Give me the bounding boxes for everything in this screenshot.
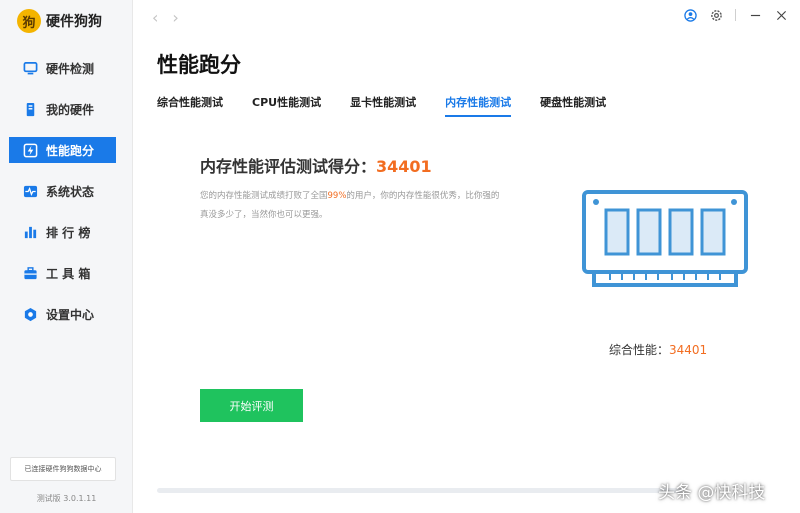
watermark: 头条 @快科技: [658, 483, 766, 503]
page-title: 性能跑分: [157, 53, 241, 77]
sidebar-item-label: 硬件检测: [46, 61, 95, 76]
score-label: 内存性能评估测试得分：: [200, 157, 377, 176]
app-brand: 狗 硬件狗狗: [17, 9, 102, 33]
connection-status: 已连接硬件狗狗数据中心: [10, 457, 116, 481]
sidebar-item-label: 排 行 榜: [46, 225, 91, 240]
sidebar-item-label: 系统状态: [46, 184, 95, 199]
overall-performance: 综合性能：34401: [609, 341, 707, 358]
sidebar-item-my-hardware[interactable]: 我的硬件: [9, 96, 116, 122]
back-icon[interactable]: ‹: [152, 8, 158, 27]
monitor-icon: [23, 61, 38, 76]
memory-score-heading: 内存性能评估测试得分：34401: [200, 153, 432, 177]
tab-memory[interactable]: 内存性能测试: [445, 94, 512, 117]
minimize-icon[interactable]: [748, 8, 762, 22]
desc-text-pre: 您的内存性能测试成绩打败了全国: [200, 191, 328, 201]
sidebar-item-label: 我的硬件: [46, 102, 95, 117]
history-nav: ‹ ›: [152, 8, 179, 27]
sidebar-item-hardware-detect[interactable]: 硬件检测: [9, 55, 116, 81]
forward-icon[interactable]: ›: [172, 8, 178, 27]
close-icon[interactable]: [774, 8, 788, 22]
window-controls: [683, 8, 788, 22]
tab-overall[interactable]: 综合性能测试: [157, 94, 223, 117]
score-description: 您的内存性能测试成绩打败了全国99%的用户，你的内存性能很优秀，比你强的真没多少…: [200, 187, 500, 225]
memory-module-icon: [580, 188, 750, 294]
tab-gpu[interactable]: 显卡性能测试: [350, 94, 416, 117]
sidebar-item-system-status[interactable]: 系统状态: [9, 178, 116, 204]
pulse-icon: [23, 184, 38, 199]
sidebar: 狗 硬件狗狗 硬件检测 我的硬件 性能跑分 系统状态 排 行 榜 工 具 箱 设…: [0, 0, 133, 513]
score-value: 34401: [376, 157, 432, 176]
sidebar-item-label: 工 具 箱: [46, 266, 91, 281]
benchmark-tabs: 综合性能测试 CPU性能测试 显卡性能测试 内存性能测试 硬盘性能测试: [157, 94, 635, 117]
sidebar-item-benchmark[interactable]: 性能跑分: [9, 137, 116, 163]
app-logo-icon: 狗: [17, 9, 41, 33]
overall-label: 综合性能：: [609, 343, 670, 357]
tower-icon: [23, 102, 38, 117]
lightning-icon: [23, 143, 38, 158]
sidebar-item-toolbox[interactable]: 工 具 箱: [9, 260, 116, 286]
settings-icon: [23, 307, 38, 322]
sidebar-item-settings[interactable]: 设置中心: [9, 301, 116, 327]
bar-chart-icon: [23, 225, 38, 240]
app-name: 硬件狗狗: [46, 14, 102, 30]
gear-icon[interactable]: [709, 8, 723, 22]
sidebar-item-ranking[interactable]: 排 行 榜: [9, 219, 116, 245]
sidebar-item-label: 设置中心: [46, 307, 95, 322]
progress-bar: [157, 488, 682, 493]
sidebar-item-label: 性能跑分: [46, 143, 95, 158]
divider: [735, 9, 736, 21]
tab-cpu[interactable]: CPU性能测试: [252, 94, 321, 117]
desc-percentile: 99%: [327, 191, 347, 201]
version-label: 测试版 3.0.1.11: [36, 494, 97, 503]
start-benchmark-button[interactable]: 开始评测: [200, 389, 303, 422]
toolbox-icon: [23, 266, 38, 281]
overall-value: 34401: [669, 343, 708, 357]
tab-disk[interactable]: 硬盘性能测试: [540, 94, 606, 117]
user-icon[interactable]: [683, 8, 697, 22]
